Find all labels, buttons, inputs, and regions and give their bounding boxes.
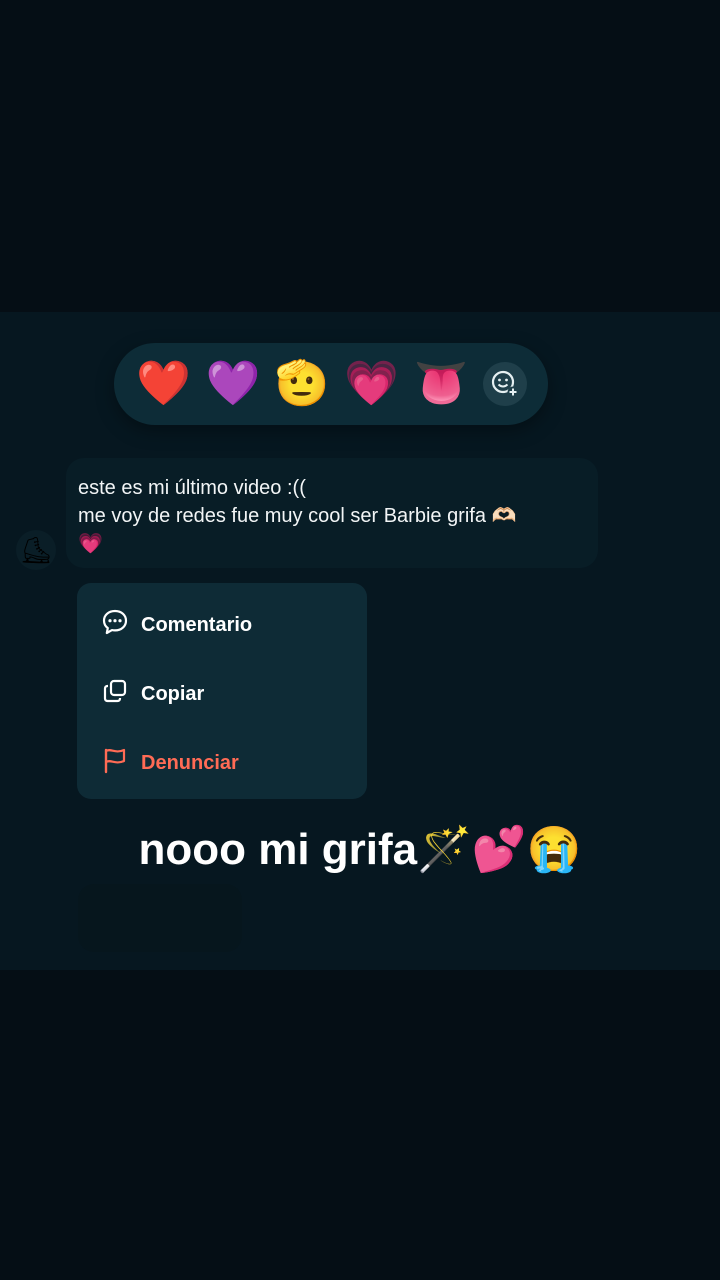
reaction-bar: ❤️ 💜 🫡 💗 👅: [114, 343, 548, 425]
context-menu: Comentario Copiar Denunciar: [77, 583, 367, 799]
comment-icon: [101, 608, 129, 642]
copy-label: Copiar: [141, 682, 205, 705]
copy-menu-item[interactable]: Copiar: [101, 677, 204, 711]
faint-input-field: [78, 884, 242, 952]
tongue-reaction[interactable]: 👅: [413, 356, 469, 412]
message-line-2: me voy de redes fue muy cool ser Barbie …: [78, 505, 517, 527]
comment-label: Comentario: [141, 613, 253, 636]
video-caption: nooo mi grifa🪄💕😭: [138, 825, 582, 874]
message-text: este es mi último video :(( me voy de re…: [78, 474, 578, 558]
message-line-1: este es mi último video :((: [78, 477, 306, 499]
comment-menu-item[interactable]: Comentario: [101, 608, 252, 642]
avatar[interactable]: ⛸: [16, 530, 56, 570]
message-line-3: 💗: [78, 533, 103, 555]
face-reaction[interactable]: 🫡: [274, 356, 330, 412]
purple-heart-reaction[interactable]: 💜: [205, 356, 261, 412]
report-menu-item[interactable]: Denunciar: [101, 746, 239, 780]
add-reaction-icon[interactable]: [482, 362, 527, 406]
report-label: Denunciar: [141, 751, 239, 774]
flag-icon: [101, 746, 129, 780]
pink-heart-reaction[interactable]: 💗: [344, 356, 400, 412]
red-heart-reaction[interactable]: ❤️: [135, 356, 191, 412]
copy-icon: [101, 677, 129, 711]
